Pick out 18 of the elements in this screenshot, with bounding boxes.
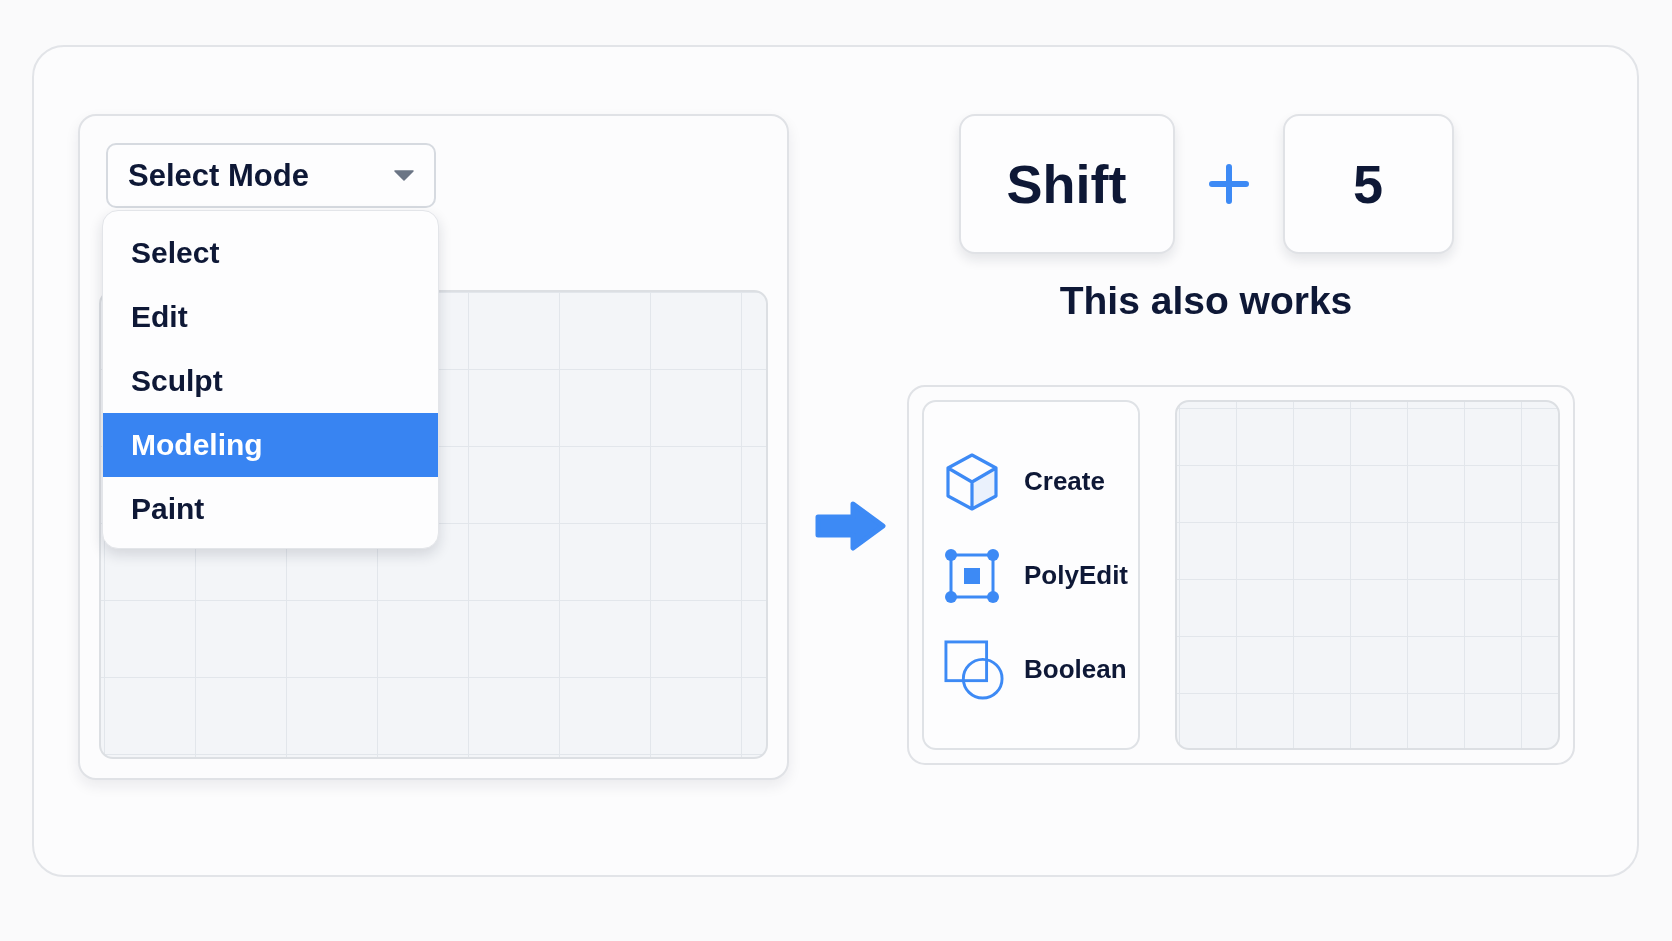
square-circle-overlap-icon bbox=[944, 639, 1004, 700]
menu-item[interactable]: Paint bbox=[103, 477, 438, 541]
keyboard-key: Shift bbox=[958, 114, 1175, 254]
menu-item[interactable]: Select bbox=[103, 221, 438, 285]
menu-item[interactable]: Edit bbox=[103, 285, 438, 349]
cube-icon bbox=[944, 451, 1000, 512]
menu-item[interactable]: Modeling bbox=[103, 413, 438, 477]
plus-icon bbox=[1208, 164, 1249, 204]
tool-item[interactable]: Create bbox=[944, 450, 1105, 513]
caret-icon bbox=[394, 170, 414, 181]
mode-select[interactable]: Select Mode bbox=[106, 143, 436, 208]
menu-item[interactable]: Sculpt bbox=[103, 349, 438, 413]
vertex-square-icon bbox=[944, 547, 1000, 604]
tool-item[interactable]: PolyEdit bbox=[944, 544, 1128, 607]
tool-item[interactable]: Boolean bbox=[944, 638, 1127, 701]
arrow-right-icon bbox=[814, 500, 886, 552]
caption-text: This also works bbox=[1059, 278, 1353, 324]
keyboard-key: 5 bbox=[1282, 114, 1454, 254]
